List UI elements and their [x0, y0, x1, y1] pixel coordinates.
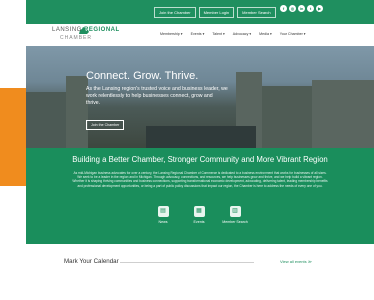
view-all-events-link[interactable]: View all events ≫: [280, 259, 312, 264]
nav-menu: Membership ▾ Events ▾ Talent ▾ Advocacy …: [160, 32, 306, 36]
member-search-link[interactable]: Member Search: [237, 7, 276, 18]
newspaper-icon: ▤: [157, 206, 169, 217]
hero-photo-building: [312, 80, 374, 148]
facebook-icon[interactable]: f: [280, 5, 287, 12]
nav-media[interactable]: Media ▾: [259, 32, 272, 36]
quick-link-news[interactable]: ▤ News: [152, 206, 174, 224]
website-frame: Join the Chamber Member Login Member Sea…: [26, 0, 374, 300]
search-list-icon: ▥: [229, 206, 241, 217]
nav-talent[interactable]: Talent ▾: [212, 32, 224, 36]
mission-title: Building a Better Chamber, Stronger Comm…: [72, 155, 328, 164]
logo-subtext: CHAMBER: [60, 35, 93, 41]
hero-photo-river: [146, 126, 256, 148]
hero-banner: Connect. Grow. Thrive. As the Lansing re…: [26, 46, 374, 148]
quick-links: ▤ News ▦ Events ▥ Member Search: [152, 206, 248, 224]
site-logo[interactable]: LANSING REGIONAL CHAMBER: [52, 27, 119, 44]
join-chamber-link[interactable]: Join the Chamber: [154, 7, 196, 18]
quick-link-label: News: [158, 220, 168, 224]
hero-subtitle: As the Lansing region's trusted voice an…: [86, 86, 228, 106]
hero-title: Connect. Grow. Thrive.: [86, 70, 199, 82]
linkedin-icon[interactable]: in: [298, 5, 305, 12]
youtube-icon[interactable]: ▶: [316, 5, 323, 12]
calendar-divider: [120, 262, 254, 263]
quick-link-label: Member Search: [222, 220, 248, 224]
hero-photo-building: [262, 86, 312, 148]
nav-events[interactable]: Events ▾: [191, 32, 205, 36]
mission-section: Building a Better Chamber, Stronger Comm…: [26, 148, 374, 244]
quick-link-label: Events: [193, 220, 205, 224]
orange-accent-strip: [0, 88, 26, 186]
mission-body: As mid-Michigan business advocates for o…: [72, 171, 328, 188]
social-links: f ◎ in t ▶: [280, 5, 323, 12]
page: Join the Chamber Member Login Member Sea…: [0, 0, 374, 300]
hero-photo-building: [66, 76, 88, 148]
calendar-heading: Mark Your Calendar: [64, 258, 119, 265]
logo-text: LANSING REGIONAL: [52, 27, 120, 33]
utility-bar: Join the Chamber Member Login Member Sea…: [26, 0, 374, 24]
calendar-icon: ▦: [193, 206, 205, 217]
main-navbar: LANSING REGIONAL CHAMBER Membership ▾ Ev…: [26, 24, 374, 47]
member-login-link[interactable]: Member Login: [198, 7, 235, 18]
hero-photo-building: [26, 92, 66, 148]
utility-links: Join the Chamber Member Login Member Sea…: [154, 7, 276, 18]
hero-join-button[interactable]: Join the Chamber: [86, 120, 125, 130]
quick-link-member-search[interactable]: ▥ Member Search: [222, 206, 248, 224]
nav-advocacy[interactable]: Advocacy ▾: [233, 32, 251, 36]
nav-your-chamber[interactable]: Your Chamber ▾: [280, 32, 306, 36]
quick-link-events[interactable]: ▦ Events: [188, 206, 210, 224]
twitter-icon[interactable]: t: [307, 5, 314, 12]
instagram-icon[interactable]: ◎: [289, 5, 296, 12]
nav-membership[interactable]: Membership ▾: [160, 32, 183, 36]
